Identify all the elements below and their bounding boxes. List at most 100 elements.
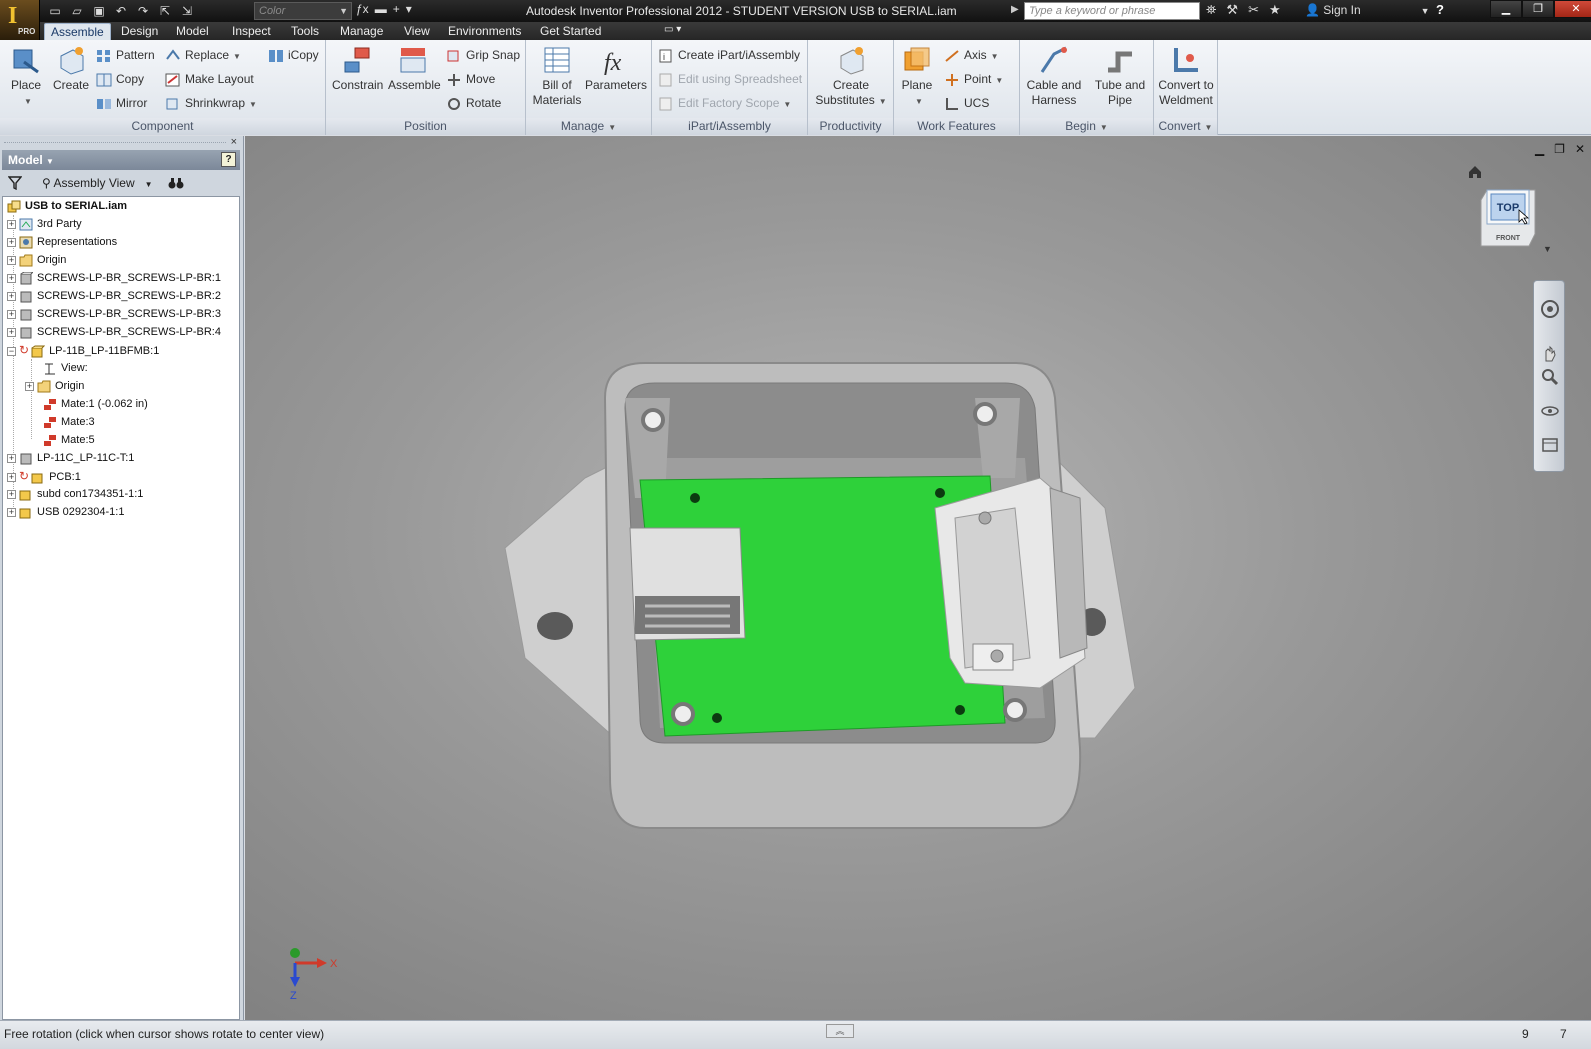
ribbon-display-toggle-icon[interactable]: ▭ ▾: [664, 24, 681, 35]
copy-button[interactable]: Copy: [96, 69, 144, 89]
filter-icon[interactable]: [8, 176, 22, 190]
orbit-icon[interactable]: [1540, 401, 1560, 421]
search-input[interactable]: Type a keyword or phrase: [1024, 2, 1200, 20]
close-icon[interactable]: ×: [231, 136, 237, 148]
minimize-button[interactable]: ▁: [1490, 0, 1522, 18]
create-component-button[interactable]: Create: [52, 44, 90, 93]
expand-icon[interactable]: +: [7, 507, 16, 517]
edit-factory-scope-button[interactable]: Edit Factory Scope ▼: [658, 93, 791, 113]
constrain-button[interactable]: Constrain: [332, 44, 383, 93]
tools-icon[interactable]: ✂: [1248, 2, 1259, 18]
viewcube-menu-icon[interactable]: ▼: [1543, 244, 1552, 254]
model-browser-header[interactable]: Model ▼ ?: [2, 150, 240, 170]
parameters-button[interactable]: fx Parameters: [584, 44, 648, 93]
expand-icon[interactable]: +: [7, 489, 16, 499]
pan-icon[interactable]: [1540, 343, 1560, 363]
tree-row-screw-3[interactable]: + SCREWS-LP-BR_SCREWS-LP-BR:3: [7, 305, 221, 323]
tab-assemble[interactable]: Assemble: [44, 23, 111, 41]
expand-icon[interactable]: +: [7, 309, 16, 319]
tab-inspect[interactable]: Inspect: [232, 24, 271, 38]
group-label-manage[interactable]: Manage ▼: [526, 118, 651, 135]
tree-row-view[interactable]: View:: [43, 359, 88, 377]
star-icon[interactable]: ★: [1269, 2, 1281, 18]
tree-row-screw-2[interactable]: + SCREWS-LP-BR_SCREWS-LP-BR:2: [7, 287, 221, 305]
tree-row-screw-4[interactable]: + SCREWS-LP-BR_SCREWS-LP-BR:4: [7, 323, 221, 341]
application-menu-button[interactable]: I PRO: [0, 0, 40, 40]
return-icon[interactable]: ⇱: [156, 3, 174, 19]
bill-of-materials-button[interactable]: Bill of Materials: [532, 44, 582, 108]
assemble-button[interactable]: Assemble: [388, 44, 441, 93]
make-layout-button[interactable]: Make Layout: [165, 69, 254, 89]
tab-environments[interactable]: Environments: [448, 24, 521, 38]
expand-icon[interactable]: +: [7, 273, 16, 283]
assembly-view-select[interactable]: ⚲ Assembly View ▼: [42, 172, 153, 196]
help-icon[interactable]: ?: [221, 152, 236, 167]
tab-tools[interactable]: Tools: [291, 24, 319, 38]
group-label-begin[interactable]: Begin ▼: [1020, 118, 1153, 135]
move-button[interactable]: Move: [446, 69, 495, 89]
tree-row-third-party[interactable]: +3rd Party: [7, 215, 82, 233]
select-icon[interactable]: ⇲: [178, 3, 196, 19]
expand-icon[interactable]: +: [7, 237, 16, 247]
grip-snap-button[interactable]: Grip Snap: [446, 45, 520, 65]
tab-design[interactable]: Design: [121, 24, 158, 38]
line-weight-icon[interactable]: ▬: [375, 2, 387, 16]
rotate-button[interactable]: Rotate: [446, 93, 501, 113]
graphics-viewport[interactable]: ▁ ❐ ✕ TOP FRONT ▼ X Z: [245, 136, 1591, 1020]
tree-row-pcb[interactable]: + ↻ PCB:1: [7, 467, 81, 485]
minimize-icon[interactable]: ▁: [1535, 142, 1544, 156]
ucs-button[interactable]: UCS: [944, 93, 989, 113]
close-icon[interactable]: ✕: [1575, 142, 1585, 156]
help-button[interactable]: ?: [1436, 2, 1444, 17]
convert-to-weldment-button[interactable]: Convert to Weldment: [1156, 44, 1216, 108]
cable-harness-button[interactable]: Cable and Harness: [1024, 44, 1084, 108]
icopy-button[interactable]: iCopy: [268, 45, 319, 65]
place-button[interactable]: Place ▼: [8, 44, 44, 109]
new-icon[interactable]: ▭: [46, 3, 64, 19]
restore-icon[interactable]: ❐: [1554, 142, 1565, 156]
tree-row-representations[interactable]: + Representations: [7, 233, 117, 251]
chevron-down-icon[interactable]: ▾: [406, 2, 412, 16]
tube-pipe-button[interactable]: Tube and Pipe: [1090, 44, 1150, 108]
maximize-button[interactable]: ❐: [1522, 0, 1554, 18]
expand-icon[interactable]: +: [7, 327, 16, 337]
tree-row-mate-1[interactable]: Mate:1 (-0.062 in): [43, 395, 148, 413]
search-expand-icon[interactable]: ▶: [1011, 4, 1019, 15]
expand-icon[interactable]: +: [7, 219, 16, 229]
close-button[interactable]: ✕: [1554, 0, 1591, 18]
expand-icon[interactable]: +: [7, 453, 16, 463]
tab-manage[interactable]: Manage: [340, 24, 383, 38]
assembly-3d-model[interactable]: [495, 358, 1145, 838]
sign-in-button[interactable]: 👤 Sign In ▼: [1305, 3, 1430, 17]
tab-view[interactable]: View: [404, 24, 430, 38]
replace-button[interactable]: Replace ▼: [165, 45, 241, 65]
expand-icon[interactable]: +: [25, 381, 34, 391]
save-icon[interactable]: ▣: [90, 3, 108, 19]
tab-get-started[interactable]: Get Started: [540, 24, 601, 38]
expand-icon[interactable]: +: [7, 255, 16, 265]
wrench-icon[interactable]: ⚒: [1226, 2, 1238, 18]
expand-icon[interactable]: +: [7, 291, 16, 301]
tree-row-screw-1[interactable]: + SCREWS-LP-BR_SCREWS-LP-BR:1: [7, 269, 221, 287]
tree-row-lp11b[interactable]: − ↻ LP-11B_LP-11BFMB:1: [7, 341, 159, 359]
fx-icon[interactable]: ƒx: [356, 2, 369, 16]
tree-row-usb[interactable]: + USB 0292304-1:1: [7, 503, 124, 521]
browser-grip[interactable]: [4, 142, 226, 145]
tree-row-root[interactable]: USB to SERIAL.iam: [7, 197, 127, 215]
tree-row-mate-3[interactable]: Mate:3: [43, 413, 95, 431]
tree-row-origin-sub[interactable]: + Origin: [25, 377, 84, 395]
plane-button[interactable]: Plane ▼: [898, 44, 936, 109]
group-label-convert[interactable]: Convert ▼: [1154, 118, 1217, 135]
home-icon[interactable]: [1467, 164, 1483, 180]
status-expand-icon[interactable]: ︽: [826, 1024, 854, 1038]
tree-row-origin[interactable]: + Origin: [7, 251, 66, 269]
mirror-button[interactable]: Mirror: [96, 93, 147, 113]
redo-icon[interactable]: ↷: [134, 3, 152, 19]
open-icon[interactable]: ▱: [68, 3, 86, 19]
create-ipart-button[interactable]: i Create iPart/iAssembly: [658, 45, 800, 65]
tab-model[interactable]: Model: [176, 24, 209, 38]
point-button[interactable]: Point ▼: [944, 69, 1003, 89]
expand-icon[interactable]: +: [7, 472, 16, 482]
plus-icon[interactable]: +: [393, 2, 400, 16]
edit-spreadsheet-button[interactable]: Edit using Spreadsheet: [658, 69, 802, 89]
